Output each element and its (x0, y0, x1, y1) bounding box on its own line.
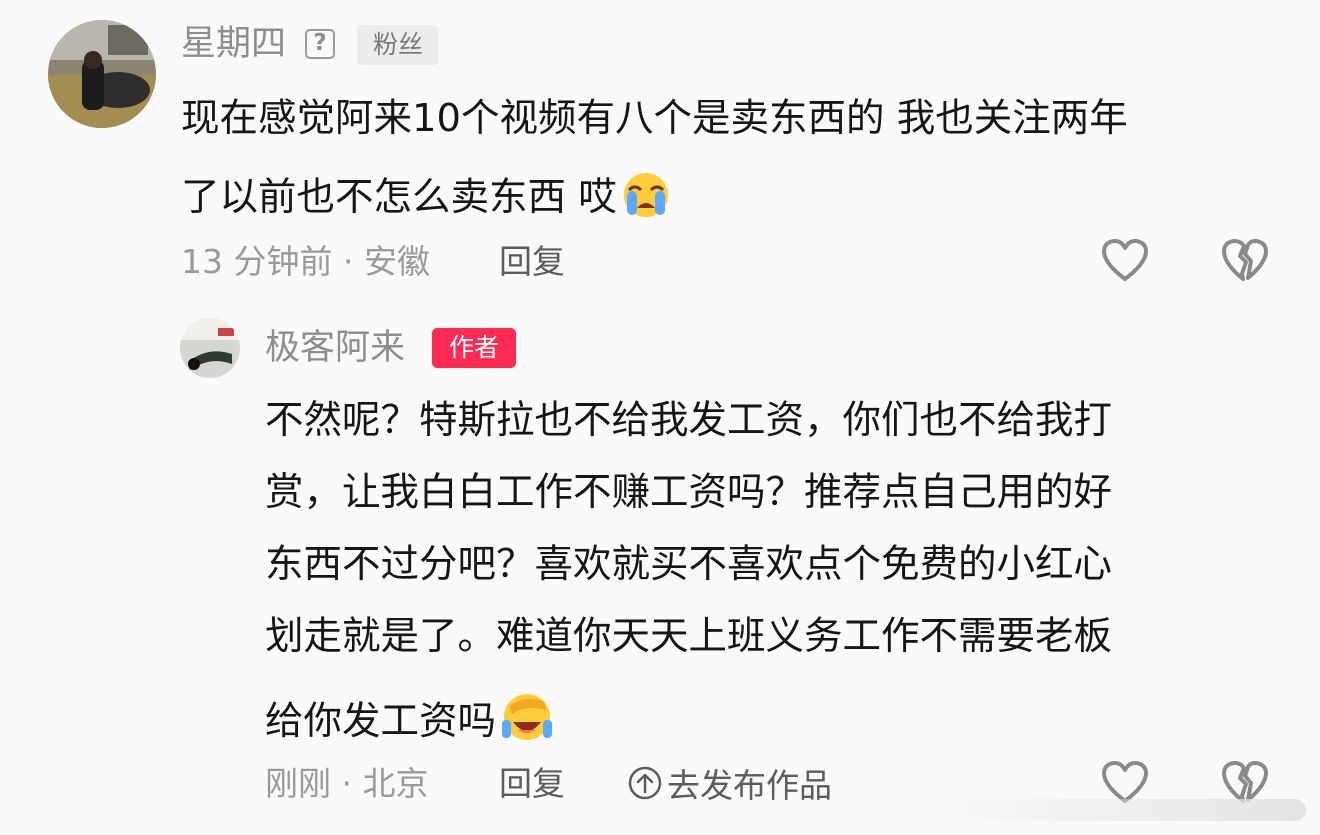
reply-text-line-last: 给你发工资吗 (265, 690, 558, 742)
publish-work-label: 去发布作品 (667, 765, 832, 805)
comment-text-line: 现在感觉阿来10个视频有八个是卖东西的 我也关注两年 (181, 96, 1128, 141)
reply-text-line: 不然呢？特斯拉也不给我发工资，你们也不给我打 (265, 398, 1113, 443)
author-badge: 作者 (432, 328, 516, 368)
heart-icon[interactable] (1101, 238, 1149, 284)
user-avatar-photo (48, 20, 156, 128)
arrow-up-circle-icon (627, 765, 663, 805)
comment-text-line-2-text: 了以前也不怎么卖东西 哎 (181, 175, 617, 220)
reply-meta: 刚刚 · 北京 (265, 764, 429, 803)
help-icon: ? (305, 29, 335, 59)
author-avatar-photo (180, 318, 240, 378)
author-username[interactable]: 极客阿来 (265, 331, 405, 366)
comment-meta: 13 分钟前 · 安徽 (181, 242, 430, 281)
avatar[interactable] (48, 20, 156, 128)
publish-work-button[interactable]: 去发布作品 (627, 765, 832, 805)
reply-text-line: 赏，让我白白工作不赚工资吗？推荐点自己用的好 (265, 470, 1113, 515)
reply-text-line-last-text: 给你发工资吗 (265, 699, 497, 744)
broken-heart-icon[interactable] (1221, 238, 1269, 284)
watermark (946, 799, 1306, 821)
fan-badge: 粉丝 (357, 25, 439, 65)
facepalm-laughing-icon (496, 690, 558, 742)
reply-reply-button[interactable]: 回复 (499, 767, 565, 800)
reply-button[interactable]: 回复 (499, 245, 565, 278)
reply-text-line: 东西不过分吧？喜欢就买不喜欢点个免费的小红心 (265, 542, 1113, 587)
reply-text-line: 划走就是了。难道你天天上班义务工作不需要老板 (265, 614, 1113, 659)
comment-username[interactable]: 星期四 (181, 27, 286, 62)
comment-text-line-2: 了以前也不怎么卖东西 哎 (181, 170, 675, 218)
crying-face-icon (617, 170, 675, 218)
comment-section: 星期四 ? 粉丝 现在感觉阿来10个视频有八个是卖东西的 我也关注两年 了以前也… (0, 0, 1320, 835)
author-avatar[interactable] (180, 318, 240, 378)
